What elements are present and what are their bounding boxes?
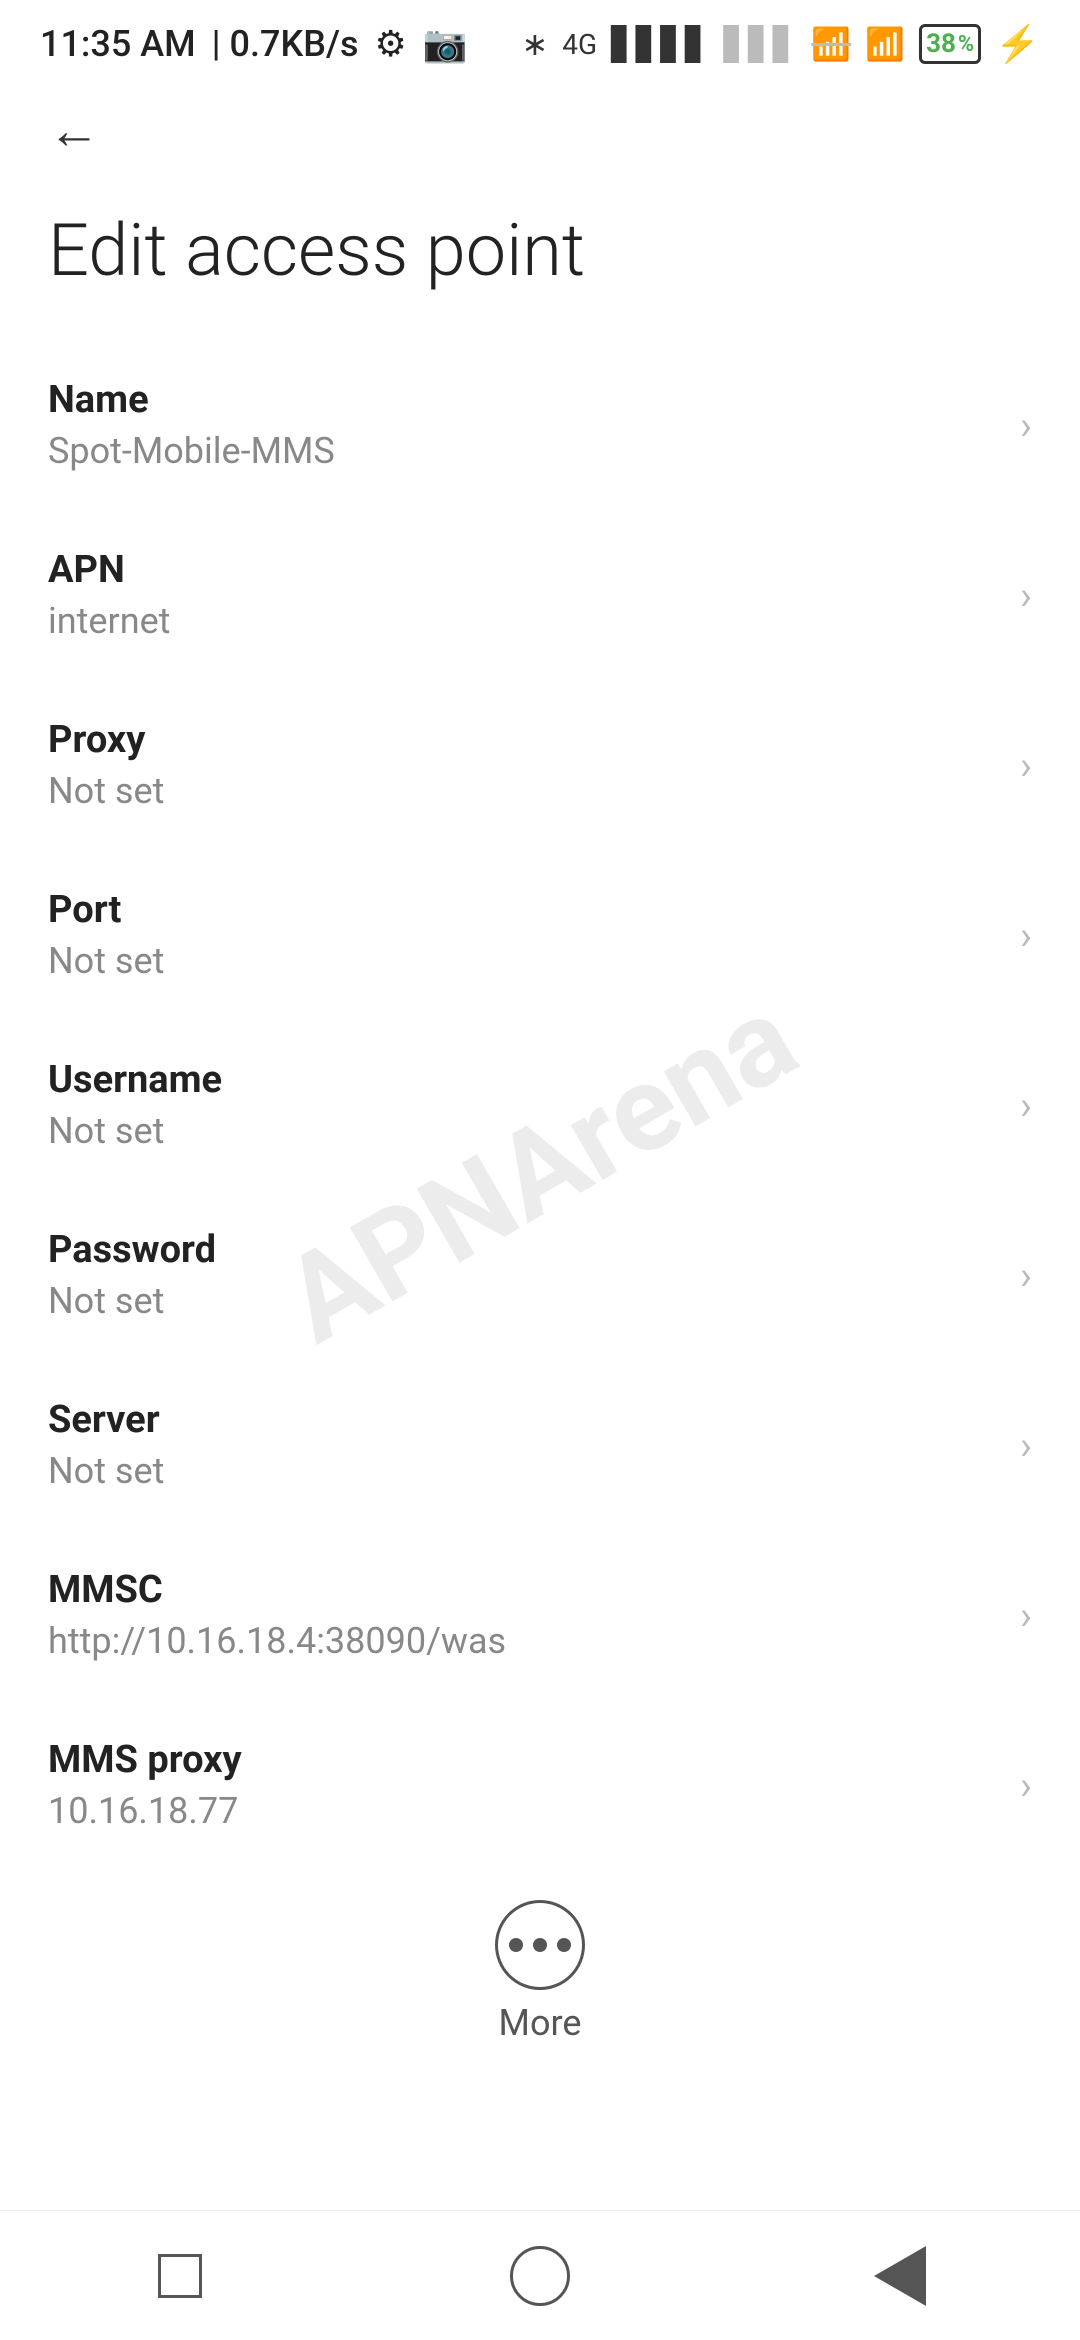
- settings-item-name-content: Name Spot-Mobile-MMS: [48, 378, 1000, 472]
- chevron-right-icon: ›: [1020, 742, 1032, 789]
- dot-2: [533, 1938, 547, 1952]
- settings-item-username[interactable]: Username Not set ›: [0, 1020, 1080, 1190]
- charging-icon: ⚡: [995, 23, 1040, 65]
- settings-item-port-label: Port: [48, 888, 1000, 932]
- chevron-right-icon: ›: [1020, 912, 1032, 959]
- settings-item-proxy-content: Proxy Not set: [48, 718, 1000, 812]
- more-dots: [509, 1938, 571, 1952]
- settings-item-port-content: Port Not set: [48, 888, 1000, 982]
- settings-item-name-value: Spot-Mobile-MMS: [48, 430, 1000, 472]
- settings-item-username-label: Username: [48, 1058, 1000, 1102]
- time-display: 11:35 AM: [40, 23, 196, 65]
- more-label: More: [499, 2002, 582, 2044]
- signal-bars-2-icon: ▋▋▋: [724, 25, 798, 63]
- nav-home-button[interactable]: [500, 2236, 580, 2316]
- status-left: 11:35 AM | 0.7KB/s ⚙ 📷: [40, 23, 468, 65]
- back-button[interactable]: ←: [48, 100, 100, 161]
- speed-display: | 0.7KB/s: [212, 23, 359, 65]
- chevron-right-icon: ›: [1020, 1422, 1032, 1469]
- settings-item-server-label: Server: [48, 1398, 1000, 1442]
- settings-item-proxy-value: Not set: [48, 770, 1000, 812]
- header: ←: [0, 80, 1080, 171]
- settings-item-mms-proxy-label: MMS proxy: [48, 1738, 1000, 1782]
- battery-percent: %: [958, 32, 974, 57]
- signal-bars-icon: ▋▋▋▋: [611, 25, 709, 63]
- settings-item-password-value: Not set: [48, 1280, 1000, 1322]
- settings-item-username-content: Username Not set: [48, 1058, 1000, 1152]
- settings-item-mms-proxy-value: 10.16.18.77: [48, 1790, 1000, 1832]
- settings-item-apn[interactable]: APN internet ›: [0, 510, 1080, 680]
- battery-indicator: 38 %: [919, 24, 981, 64]
- settings-item-server-value: Not set: [48, 1450, 1000, 1492]
- page-title: Edit access point: [0, 171, 1080, 340]
- settings-icon: ⚙: [375, 23, 407, 65]
- signal-icon: 4G: [562, 28, 597, 61]
- settings-item-apn-content: APN internet: [48, 548, 1000, 642]
- wifi-icon: 📶: [865, 25, 905, 63]
- settings-item-name-label: Name: [48, 378, 1000, 422]
- settings-item-password[interactable]: Password Not set ›: [0, 1190, 1080, 1360]
- chevron-right-icon: ›: [1020, 402, 1032, 449]
- back-icon: [874, 2246, 926, 2306]
- settings-item-apn-label: APN: [48, 548, 1000, 592]
- dot-3: [557, 1938, 571, 1952]
- status-bar: 11:35 AM | 0.7KB/s ⚙ 📷 ∗ 4G ▋▋▋▋ ▋▋▋ 📶 📶…: [0, 0, 1080, 80]
- battery-level: 38: [926, 29, 956, 59]
- settings-item-password-content: Password Not set: [48, 1228, 1000, 1322]
- settings-item-proxy[interactable]: Proxy Not set ›: [0, 680, 1080, 850]
- status-right: ∗ 4G ▋▋▋▋ ▋▋▋ 📶 📶 38 % ⚡: [521, 23, 1040, 65]
- settings-item-server-content: Server Not set: [48, 1398, 1000, 1492]
- chevron-right-icon: ›: [1020, 1082, 1032, 1129]
- settings-item-username-value: Not set: [48, 1110, 1000, 1152]
- settings-item-mms-proxy-content: MMS proxy 10.16.18.77: [48, 1738, 1000, 1832]
- dot-1: [509, 1938, 523, 1952]
- no-signal-icon: 📶: [811, 25, 851, 63]
- settings-item-mmsc-value: http://10.16.18.4:38090/was: [48, 1620, 1000, 1662]
- chevron-right-icon: ›: [1020, 1252, 1032, 1299]
- nav-back-button[interactable]: [860, 2236, 940, 2316]
- settings-item-proxy-label: Proxy: [48, 718, 1000, 762]
- settings-item-mms-proxy[interactable]: MMS proxy 10.16.18.77 ›: [0, 1700, 1080, 1870]
- more-button[interactable]: [495, 1900, 585, 1990]
- settings-item-name[interactable]: Name Spot-Mobile-MMS ›: [0, 340, 1080, 510]
- home-icon: [510, 2246, 570, 2306]
- settings-list: Name Spot-Mobile-MMS › APN internet › Pr…: [0, 340, 1080, 1870]
- chevron-right-icon: ›: [1020, 1592, 1032, 1639]
- chevron-right-icon: ›: [1020, 572, 1032, 619]
- settings-item-server[interactable]: Server Not set ›: [0, 1360, 1080, 1530]
- nav-bar: [0, 2210, 1080, 2340]
- settings-item-port-value: Not set: [48, 940, 1000, 982]
- recents-icon: [158, 2254, 202, 2298]
- settings-item-port[interactable]: Port Not set ›: [0, 850, 1080, 1020]
- chevron-right-icon: ›: [1020, 1762, 1032, 1809]
- nav-recents-button[interactable]: [140, 2236, 220, 2316]
- bluetooth-icon: ∗: [521, 25, 548, 63]
- settings-item-mmsc-content: MMSC http://10.16.18.4:38090/was: [48, 1568, 1000, 1662]
- video-icon: 📷: [423, 23, 468, 65]
- settings-item-password-label: Password: [48, 1228, 1000, 1272]
- more-section: More: [0, 1870, 1080, 2064]
- settings-item-mmsc-label: MMSC: [48, 1568, 1000, 1612]
- settings-item-mmsc[interactable]: MMSC http://10.16.18.4:38090/was ›: [0, 1530, 1080, 1700]
- settings-item-apn-value: internet: [48, 600, 1000, 642]
